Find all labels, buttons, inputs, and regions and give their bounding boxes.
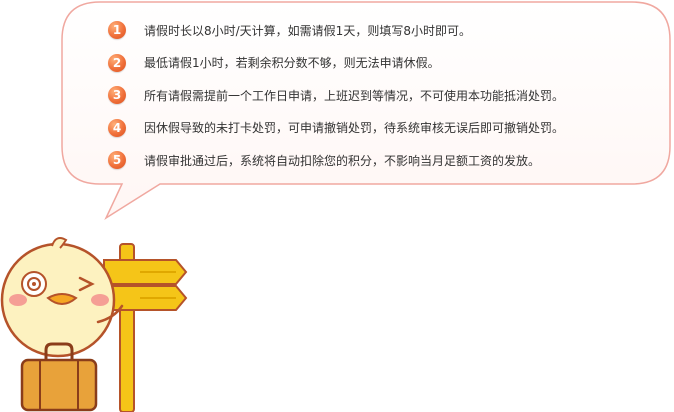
rule-item-3: 3 所有请假需提前一个工作日申请，上班迟到等情况，不可使用本功能抵消处罚。	[108, 79, 668, 112]
duck-mascot-icon	[0, 237, 188, 412]
rule-item-5: 5 请假审批通过后，系统将自动扣除您的积分，不影响当月足额工资的发放。	[108, 144, 668, 177]
number-badge-2: 2	[108, 53, 126, 72]
rule-item-2: 2 最低请假1小时，若剩余积分数不够，则无法申请休假。	[108, 47, 668, 80]
number-badge-4: 4	[108, 118, 126, 137]
number-badge-1: 1	[108, 21, 126, 40]
number-badge-3: 3	[108, 86, 126, 105]
rule-item-4: 4 因休假导致的未打卡处罚，可申请撤销处罚，待系统审核无误后即可撤销处罚。	[108, 112, 668, 145]
rule-item-1: 1 请假时长以8小时/天计算，如需请假1天，则填写8小时即可。	[108, 14, 668, 47]
rule-text-3: 所有请假需提前一个工作日申请，上班迟到等情况，不可使用本功能抵消处罚。	[144, 88, 565, 103]
leave-rules-list: 1 请假时长以8小时/天计算，如需请假1天，则填写8小时即可。 2 最低请假1小…	[108, 14, 668, 177]
rule-text-5: 请假审批通过后，系统将自动扣除您的积分，不影响当月足额工资的发放。	[144, 153, 541, 168]
number-badge-5: 5	[108, 151, 126, 170]
rule-text-4: 因休假导致的未打卡处罚，可申请撤销处罚，待系统审核无误后即可撤销处罚。	[144, 121, 565, 136]
rule-text-2: 最低请假1小时，若剩余积分数不够，则无法申请休假。	[144, 56, 440, 71]
rule-text-1: 请假时长以8小时/天计算，如需请假1天，则填写8小时即可。	[144, 23, 471, 38]
